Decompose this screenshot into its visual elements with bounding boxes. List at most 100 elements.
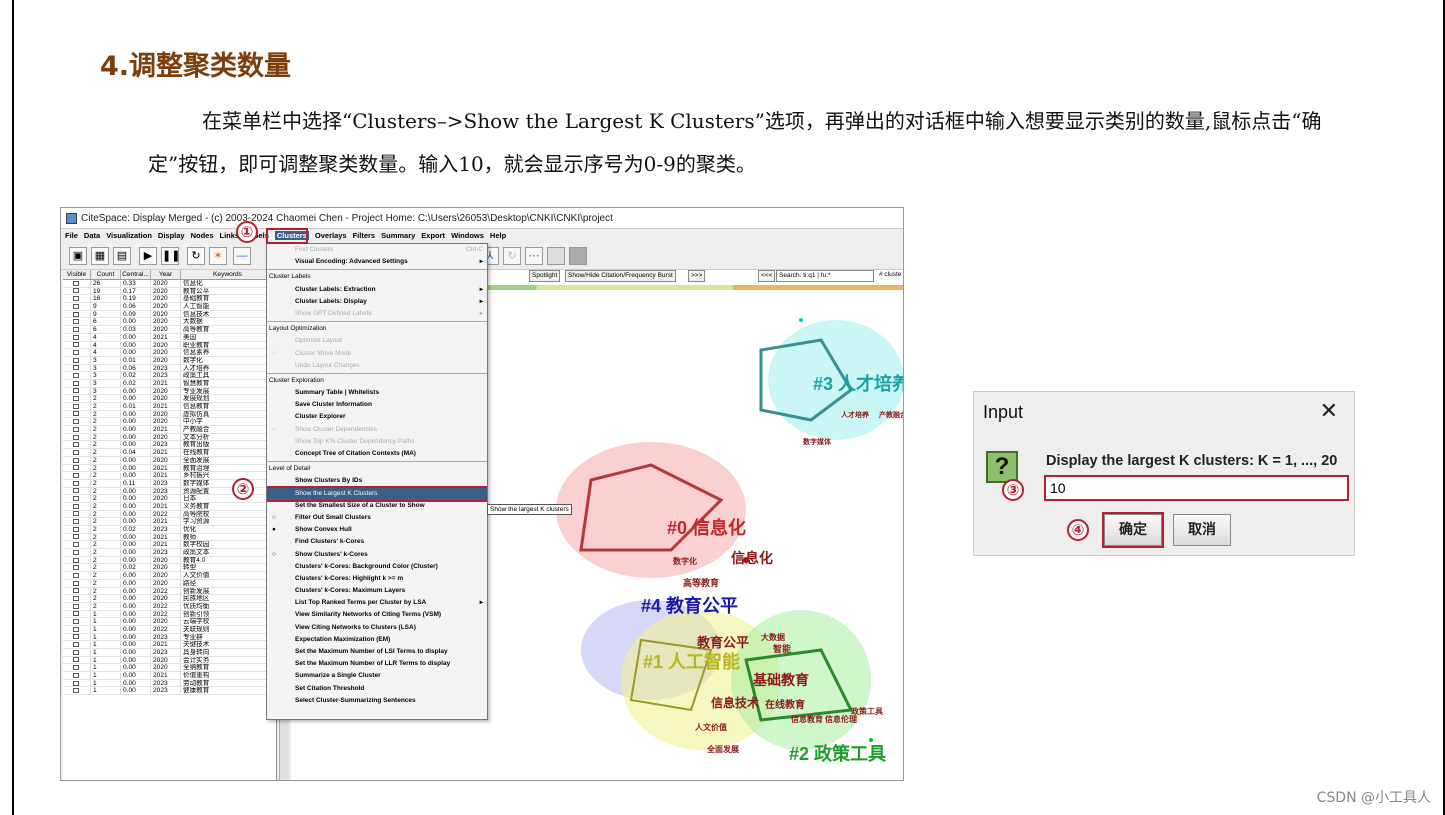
visible-checkbox[interactable] (73, 319, 79, 325)
table-row[interactable]: 26 0.33 2020 信息化 (63, 280, 276, 288)
table-row[interactable]: 2 0.00 2022 高等院校 (63, 510, 276, 519)
table-row[interactable]: 3 0.00 2020 专业发展 (63, 387, 276, 396)
visible-checkbox[interactable] (73, 542, 79, 548)
visible-checkbox[interactable] (73, 526, 79, 532)
table-row[interactable]: 2 0.00 2020 中小学 (63, 418, 276, 427)
menu-item[interactable]: Summarize a Single Cluster (267, 670, 487, 682)
pdf-icon[interactable]: ▤ (113, 247, 131, 265)
visible-checkbox[interactable] (73, 426, 79, 432)
menu-item[interactable]: ○ Filter Out Small Clusters (267, 512, 487, 524)
table-row[interactable]: 19 0.17 2020 教育公平 (63, 287, 276, 296)
table-row[interactable]: 2 0.00 2021 教师 (63, 533, 276, 542)
visible-checkbox[interactable] (73, 603, 79, 609)
menu-item[interactable]: Show Top K% Cluster Dependency Paths (267, 436, 487, 448)
table-row[interactable]: 16 0.19 2020 基础教育 (63, 295, 276, 304)
table-row[interactable]: 2 0.00 2022 创新发展 (63, 587, 276, 596)
menu-item[interactable]: Summary Table | Whitelists (267, 387, 487, 399)
table-row[interactable]: 4 0.00 2020 信息素养 (63, 349, 276, 357)
menu-export[interactable]: Export (421, 231, 445, 240)
menu-item[interactable]: Cluster Labels: Extraction ▸ (267, 284, 487, 296)
visible-checkbox[interactable] (73, 442, 79, 448)
table-row[interactable]: 2 0.00 2020 路径 (63, 579, 276, 588)
visible-checkbox[interactable] (73, 388, 79, 394)
table-row[interactable]: 2 0.02 2020 转型 (63, 564, 276, 573)
menu-item[interactable]: Find Clusters Ctrl-C (267, 244, 487, 256)
menu-display[interactable]: Display (158, 231, 185, 240)
table-row[interactable]: 3 0.01 2020 数字化 (63, 356, 276, 365)
visible-checkbox[interactable] (73, 626, 79, 632)
table-row[interactable]: 9 0.06 2020 人工智能 (63, 303, 276, 311)
table-row[interactable]: 2 0.04 2021 在线教育 (63, 449, 276, 457)
menu-summary[interactable]: Summary (381, 231, 415, 240)
visible-checkbox[interactable] (73, 434, 79, 440)
menu-windows[interactable]: Windows (451, 231, 484, 240)
visible-checkbox[interactable] (73, 411, 79, 417)
table-row[interactable]: 2 0.00 2023 教育出版 (63, 441, 276, 450)
visible-checkbox[interactable] (73, 634, 79, 640)
pause-icon[interactable]: ❚❚ (161, 247, 180, 265)
table-row[interactable]: 2 0.00 2020 教育4.0 (63, 556, 276, 565)
menu-item[interactable]: Cluster Labels: Display ▸ (267, 296, 487, 308)
visible-checkbox[interactable] (73, 534, 79, 540)
menu-item[interactable]: Cluster Explorer (267, 411, 487, 423)
visible-checkbox[interactable] (73, 588, 79, 594)
menu-item[interactable]: Undo Layout Changes (267, 360, 487, 372)
menu-item[interactable]: Show GPT Defined Labels ▸ (267, 308, 487, 320)
table-row[interactable]: 3 0.06 2023 人才培养 (63, 364, 276, 373)
menu-item[interactable]: ○ Show Cluster Dependencies (267, 424, 487, 436)
table-row[interactable]: 2 0.00 2021 教育治理 (63, 464, 276, 473)
visible-checkbox[interactable] (73, 288, 79, 294)
visible-checkbox[interactable] (73, 465, 79, 471)
menu-item[interactable]: Expectation Maximization (EM) (267, 634, 487, 646)
table-row[interactable]: 6 0.00 2020 大数据 (63, 318, 276, 327)
visible-checkbox[interactable] (73, 365, 79, 371)
visible-checkbox[interactable] (73, 280, 79, 286)
visible-checkbox[interactable] (73, 649, 79, 655)
menu-item[interactable]: Set the Smallest Size of a Cluster to Sh… (267, 500, 487, 512)
save-icon[interactable]: ▣ (69, 247, 87, 265)
table-row[interactable]: 1 0.00 2020 会计实务 (63, 656, 276, 665)
visible-checkbox[interactable] (73, 396, 79, 402)
table-row[interactable]: 2 0.01 2021 信息教育 (63, 403, 276, 411)
cluster-label-2[interactable]: #2 政策工具 (789, 740, 886, 766)
cluster-label-4[interactable]: #4 教育公平 (641, 592, 738, 618)
menu-item[interactable]: Save Cluster Information (267, 399, 487, 411)
menu-item[interactable]: Show the Largest K Clusters (267, 485, 487, 502)
table-row[interactable]: 1 0.00 2020 云端学校 (63, 618, 276, 626)
table-row[interactable]: 2 0.00 2021 产教融合 (63, 426, 276, 434)
table-row[interactable]: 2 0.00 2021 数字校园 (63, 541, 276, 550)
menu-item[interactable]: Find Clusters' k-Cores (267, 536, 487, 548)
menu-item[interactable]: Clusters' k-Cores: Maximum Layers (267, 585, 487, 597)
menu-item[interactable]: ○ Cluster Move Mode (267, 348, 487, 360)
burst-icon[interactable]: ✶ (209, 247, 227, 265)
visible-checkbox[interactable] (73, 619, 79, 624)
menu-item[interactable]: View Citing Networks to Clusters (LSA) (267, 622, 487, 634)
table-row[interactable]: 2 0.00 2020 民族地区 (63, 595, 276, 603)
visible-checkbox[interactable] (73, 665, 79, 671)
play-icon[interactable]: ▶ (139, 247, 157, 265)
visible-checkbox[interactable] (73, 342, 79, 348)
cluster-label-0[interactable]: #0 信息化 (667, 514, 746, 540)
table-row[interactable]: 2 0.00 2020 虚拟仿真 (63, 410, 276, 419)
cluster-label-3[interactable]: #3 人才培养 (813, 370, 903, 396)
visible-checkbox[interactable] (73, 296, 79, 302)
menu-item[interactable]: Optimize Layout (267, 335, 487, 347)
visible-checkbox[interactable] (73, 549, 79, 555)
table-row[interactable]: 1 0.00 2020 全纳教育 (63, 664, 276, 673)
table-row[interactable]: 2 0.00 2020 发展规划 (63, 395, 276, 403)
table-row[interactable]: 1 0.00 2022 关联规则 (63, 625, 276, 634)
table-row[interactable]: 3 0.02 2023 政策工具 (63, 372, 276, 380)
menu-filters[interactable]: Filters (353, 231, 376, 240)
visible-checkbox[interactable] (73, 496, 79, 501)
visible-checkbox[interactable] (73, 519, 79, 525)
reload-icon[interactable]: ↻ (503, 247, 521, 265)
menu-item[interactable]: List Top Ranked Terms per Cluster by LSA… (267, 597, 487, 609)
table-row[interactable]: 4 0.00 2020 职业教育 (63, 341, 276, 350)
square-icon[interactable] (569, 247, 587, 265)
table-row[interactable]: 1 0.00 2021 价值重构 (63, 672, 276, 680)
table-row[interactable]: 4 0.00 2021 美国 (63, 333, 276, 342)
table-row[interactable]: 1 0.00 2021 关键技术 (63, 641, 276, 649)
table-row[interactable]: 2 0.00 2020 全面发展 (63, 456, 276, 465)
visible-checkbox[interactable] (73, 565, 79, 571)
visible-checkbox[interactable] (73, 419, 79, 425)
